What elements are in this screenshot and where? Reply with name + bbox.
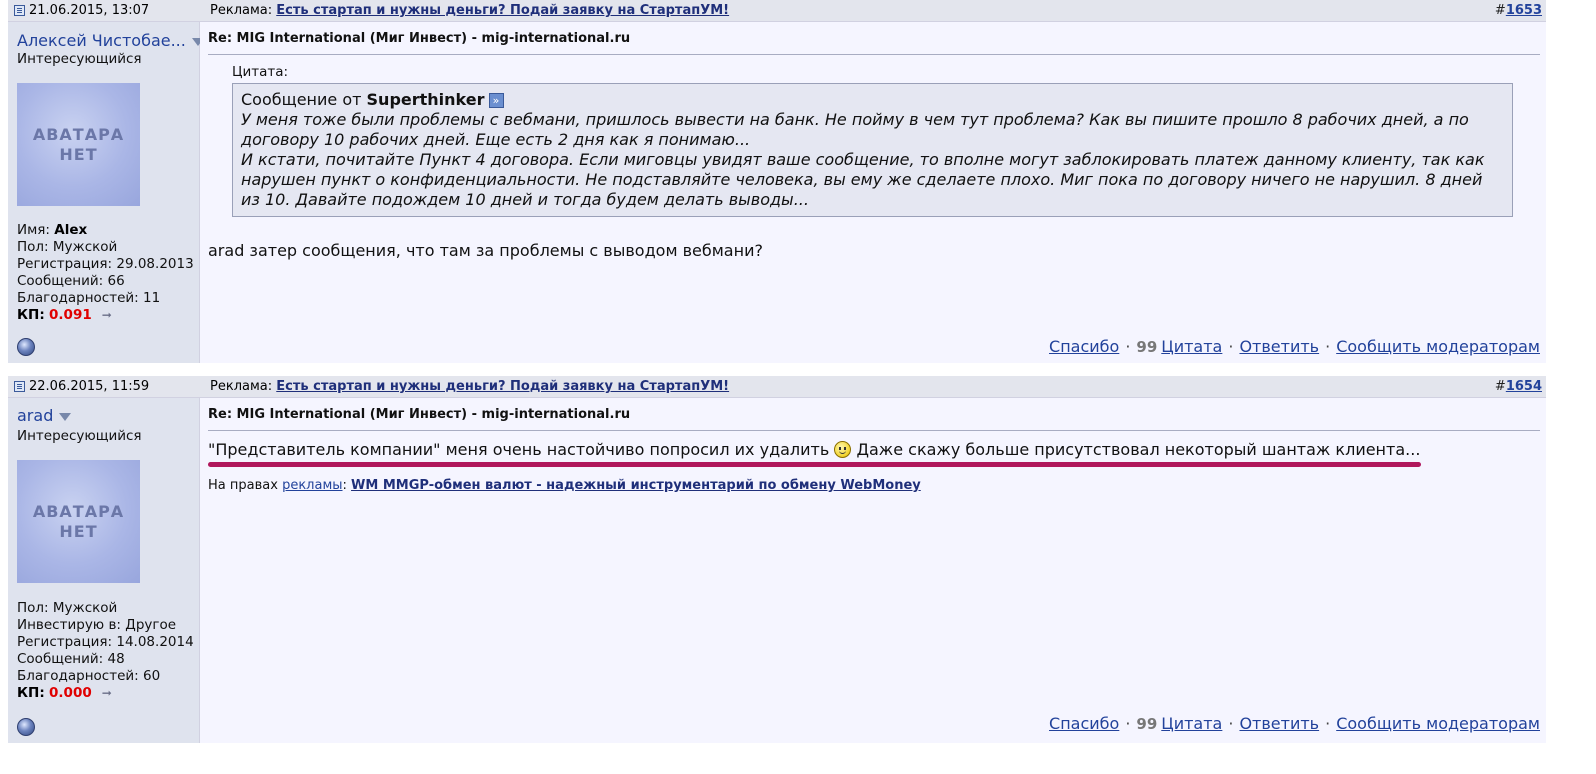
quote-text: У меня тоже были проблемы с вебмани, при… <box>241 110 1485 209</box>
kp-value: 0.091 <box>49 307 92 323</box>
kp-value: 0.000 <box>49 685 92 701</box>
post-hash: # <box>1494 379 1506 394</box>
stat-gender: Пол: Мужской <box>17 600 118 616</box>
post-number-link[interactable]: 1653 <box>1506 3 1542 18</box>
quote-button[interactable]: Цитата <box>1161 337 1222 356</box>
username-text[interactable]: Алексей Чистобае... <box>17 31 186 50</box>
stat-registration: Регистрация: 14.08.2014 <box>17 634 194 650</box>
message-part1: "Представитель компании" меня очень наст… <box>208 440 830 459</box>
stat-name: Имя: Alex <box>17 222 88 238</box>
post-icon <box>14 5 25 16</box>
avatar-line2: НЕТ <box>59 521 98 541</box>
post-1654: 22.06.2015, 11:59 Реклама: Есть стартап … <box>8 376 1546 743</box>
username[interactable]: Алексей Чистобае... <box>17 31 204 50</box>
user-info: Алексей Чистобае... Интересующийся АВАТА… <box>8 22 204 363</box>
post-header: 21.06.2015, 13:07 Реклама: Есть стартап … <box>8 0 1546 22</box>
quote-icon: 99 <box>1136 715 1158 733</box>
username[interactable]: arad <box>17 406 72 425</box>
offline-status-icon <box>17 338 35 356</box>
quote-author: Superthinker <box>366 90 485 109</box>
stat-thanks: Благодарностей: 60 <box>17 668 161 684</box>
reply-button[interactable]: Ответить <box>1239 714 1319 733</box>
post-date: 21.06.2015, 13:07 <box>14 3 149 18</box>
view-post-icon[interactable]: » <box>488 93 504 108</box>
offline-status-icon <box>17 718 35 736</box>
stat-gender: Пол: Мужской <box>17 239 118 255</box>
reply-button[interactable]: Ответить <box>1239 337 1319 356</box>
smiley-icon <box>834 441 852 458</box>
ad-rights-text-link[interactable]: WM MMGP-обмен валют - надежный инструмен… <box>351 478 921 493</box>
stat-messages: Сообщений: 48 <box>17 651 125 667</box>
post-message: "Представитель компании" меня очень наст… <box>208 440 1420 459</box>
quote-box: Сообщение от Superthinker» У меня тоже б… <box>232 83 1513 217</box>
post-body: arad Интересующийся АВАТАРА НЕТ Пол: Муж… <box>8 398 1546 743</box>
post-actions: Спасибо · 99 Цитата · Ответить · Сообщить модер… <box>1049 337 1540 356</box>
post-hash: # <box>1494 3 1506 18</box>
post-title: Re: MIG International (Миг Инвест) - mig… <box>208 407 631 422</box>
red-underline-annotation <box>208 462 1421 467</box>
avatar[interactable]: АВАТАРА НЕТ <box>17 460 140 583</box>
quote-header: Сообщение от Superthinker» <box>241 90 1504 110</box>
post-header: 22.06.2015, 11:59 Реклама: Есть стартап … <box>8 376 1546 398</box>
post-message: arad затер сообщения, что там за проблем… <box>208 241 763 260</box>
username-text[interactable]: arad <box>17 406 53 425</box>
quote-button[interactable]: Цитата <box>1161 714 1222 733</box>
avatar-line2: НЕТ <box>59 144 98 164</box>
stat-thanks: Благодарностей: 11 <box>17 290 161 306</box>
quote-icon: 99 <box>1136 338 1158 356</box>
ad-prefix: Реклама: <box>210 379 273 394</box>
quote-label: Цитата: <box>232 64 289 80</box>
header-ad: Реклама: Есть стартап и нужны деньги? По… <box>210 3 729 18</box>
avatar-line1: АВАТАРА <box>32 501 125 521</box>
thanks-button[interactable]: Спасибо <box>1049 714 1119 733</box>
user-menu-icon[interactable] <box>59 412 72 421</box>
stat-messages: Сообщений: 66 <box>17 273 125 289</box>
report-button[interactable]: Сообщить модераторам <box>1336 337 1540 356</box>
stat-kp: КП: 0.000 ➞ <box>17 685 112 701</box>
arrow-right-icon[interactable]: ➞ <box>102 308 112 322</box>
ad-rights-link[interactable]: рекламы <box>282 478 342 493</box>
user-title: Интересующийся <box>17 51 142 67</box>
post-date-text: 21.06.2015, 13:07 <box>29 3 150 18</box>
message-part2: Даже скажу больше присутствовал некоторы… <box>856 440 1421 459</box>
post-content: Re: MIG International (Миг Инвест) - mig… <box>200 22 1546 363</box>
divider <box>208 430 1540 431</box>
user-stats: Пол: Мужской Инвестирую в: Другое Регист… <box>17 600 194 702</box>
avatar-line1: АВАТАРА <box>32 124 125 144</box>
ad-rights-line: На правах рекламы: WM MMGP-обмен валют -… <box>208 478 921 493</box>
ad-link[interactable]: Есть стартап и нужны деньги? Подай заявк… <box>276 3 729 18</box>
ad-prefix: Реклама: <box>210 3 273 18</box>
post-actions: Спасибо · 99 Цитата · Ответить · Сообщить модер… <box>1049 714 1540 733</box>
stat-invests: Инвестирую в: Другое <box>17 617 177 633</box>
ad-link[interactable]: Есть стартап и нужны деньги? Подай заявк… <box>276 379 729 394</box>
stat-kp: КП: 0.091 ➞ <box>17 307 112 323</box>
arrow-right-icon[interactable]: ➞ <box>102 686 112 700</box>
user-info: arad Интересующийся АВАТАРА НЕТ Пол: Муж… <box>8 398 200 743</box>
post-content: Re: MIG International (Миг Инвест) - mig… <box>200 398 1546 743</box>
divider <box>208 54 1540 55</box>
user-stats: Имя: Alex Пол: Мужской Регистрация: 29.0… <box>17 222 194 324</box>
post-number: #1653 <box>1495 3 1542 18</box>
post-body: Алексей Чистобае... Интересующийся АВАТА… <box>8 22 1546 363</box>
report-button[interactable]: Сообщить модераторам <box>1336 714 1540 733</box>
stat-registration: Регистрация: 29.08.2013 <box>17 256 194 272</box>
post-number-link[interactable]: 1654 <box>1506 379 1542 394</box>
quote-from-prefix: Сообщение от <box>241 90 362 109</box>
post-title: Re: MIG International (Миг Инвест) - mig… <box>208 31 631 46</box>
header-ad: Реклама: Есть стартап и нужны деньги? По… <box>210 379 729 394</box>
post-number: #1654 <box>1495 379 1542 394</box>
user-title: Интересующийся <box>17 428 142 444</box>
post-icon <box>14 381 25 392</box>
post-date: 22.06.2015, 11:59 <box>14 379 149 394</box>
ad-rights-prefix: На правах <box>208 478 278 493</box>
avatar[interactable]: АВАТАРА НЕТ <box>17 83 140 206</box>
post-date-text: 22.06.2015, 11:59 <box>29 379 150 394</box>
post-1653: 21.06.2015, 13:07 Реклама: Есть стартап … <box>8 0 1546 363</box>
thanks-button[interactable]: Спасибо <box>1049 337 1119 356</box>
